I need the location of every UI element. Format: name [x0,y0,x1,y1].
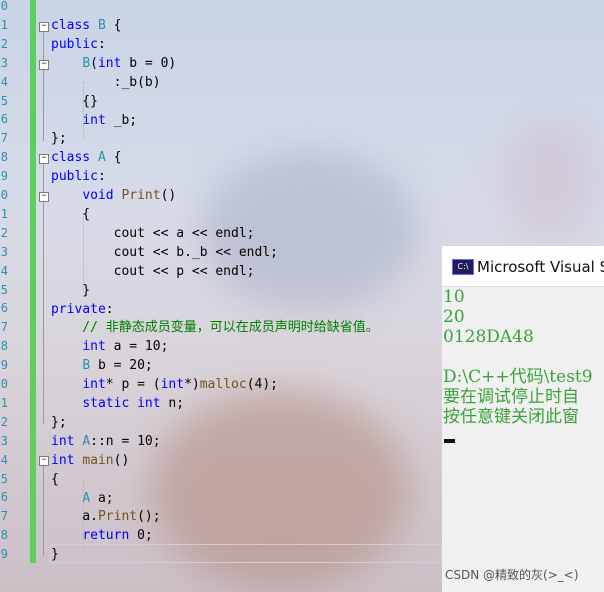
line-number: 8 [0,528,8,543]
line-number: 8 [0,150,8,165]
collapse-toggle-icon[interactable]: − [39,60,49,70]
code-line[interactable]: private: [51,301,114,320]
code-line[interactable]: int A::n = 10; [51,433,161,452]
code-line[interactable]: } [51,282,90,301]
code-line[interactable]: B b = 20; [51,357,152,376]
line-number: 1 [0,206,8,221]
current-line-highlight [50,544,442,563]
line-number: 3 [0,55,8,70]
code-line[interactable]: int main() [51,452,129,471]
debug-console-window[interactable]: C:\ Microsoft Visual Studio 调试控制台 10 20 … [442,246,604,592]
line-number: 5 [0,471,8,486]
code-line[interactable]: :_b(b) [51,74,161,93]
code-line[interactable]: B(int b = 0) [51,55,176,74]
console-output-line: 20 [443,307,465,327]
code-line[interactable]: int _b; [51,112,137,131]
line-number: 7 [0,509,8,524]
background-artwork-right [500,120,600,240]
line-number: 9 [0,358,8,373]
line-number: 7 [0,320,8,335]
outlining-margin [36,0,48,592]
line-number: 9 [0,169,8,184]
code-line[interactable]: cout << a << endl; [51,225,255,244]
line-number: 6 [0,301,8,316]
console-app-icon: C:\ [452,259,474,275]
collapse-toggle-icon[interactable]: − [39,22,49,32]
code-line[interactable]: // 非静态成员变量，可以在成员声明时给缺省值。 [51,319,379,338]
line-number: 5 [0,93,8,108]
code-line[interactable]: int a = 10; [51,338,168,357]
line-number: 0 [0,188,8,202]
line-number: 1 [0,17,8,32]
code-line[interactable]: class A { [51,149,121,168]
line-number: 3 [0,244,8,259]
code-line[interactable]: int* p = (int*)malloc(4); [51,376,278,395]
console-title-bar[interactable]: C:\ Microsoft Visual Studio 调试控制台 [442,246,604,287]
collapse-toggle-icon[interactable]: − [39,192,49,202]
fold-guide [43,164,44,424]
line-number: 7 [0,131,8,146]
line-number: 3 [0,433,8,448]
code-line[interactable]: public: [51,36,106,55]
line-number: 8 [0,339,8,354]
line-number: 4 [0,74,8,89]
code-line[interactable]: a.Print(); [51,508,160,527]
line-number: 1 [0,395,8,410]
line-number: 0 [0,377,8,391]
console-output-line: 10 [443,287,465,307]
line-number: 6 [0,112,8,127]
console-title: Microsoft Visual Studio 调试控制台 [477,258,604,276]
code-line[interactable]: class B { [51,17,121,36]
console-cursor [444,439,455,443]
line-number: 5 [0,282,8,297]
collapse-toggle-icon[interactable]: − [39,456,49,466]
code-line[interactable]: static int n; [51,395,184,414]
line-number: 2 [0,225,8,240]
line-number: 2 [0,414,8,429]
console-output-line: 0128DA48 [443,327,534,347]
collapse-toggle-icon[interactable]: − [39,154,49,164]
code-line[interactable]: { [51,206,90,225]
code-line[interactable]: }; [51,414,67,433]
line-number: 2 [0,36,8,51]
line-number: 9 [0,547,8,562]
console-output-line: 要在调试停止时自 [443,387,579,407]
line-number: 6 [0,490,8,505]
code-line[interactable]: } [51,546,59,565]
line-number: 4 [0,452,8,467]
code-line[interactable]: public: [51,168,106,187]
watermark: CSDN @精致的灰(>_<) [445,568,579,582]
line-number: 4 [0,263,8,278]
line-number: 0 [0,0,8,13]
code-line[interactable]: {} [51,93,98,112]
line-number-gutter: 0 1 2 3 4 5 6 7 8 9 0 1 2 3 4 5 6 7 8 9 0 1 2 3 4 5 6 7 8 9 [0,0,30,592]
code-line[interactable]: return 0; [51,527,152,546]
fold-guide [43,31,44,141]
code-line[interactable]: }; [51,130,67,149]
code-line[interactable]: { [51,471,59,490]
console-output-line: D:\C++代码\test9 [443,367,593,387]
code-line[interactable]: cout << p << endl; [51,263,255,282]
fold-guide [43,466,44,556]
code-line[interactable]: void Print() [51,187,176,206]
console-output-line: 按任意键关闭此窗 [443,407,579,427]
code-line[interactable]: cout << b._b << endl; [51,244,278,263]
code-line[interactable]: A a; [51,490,113,509]
